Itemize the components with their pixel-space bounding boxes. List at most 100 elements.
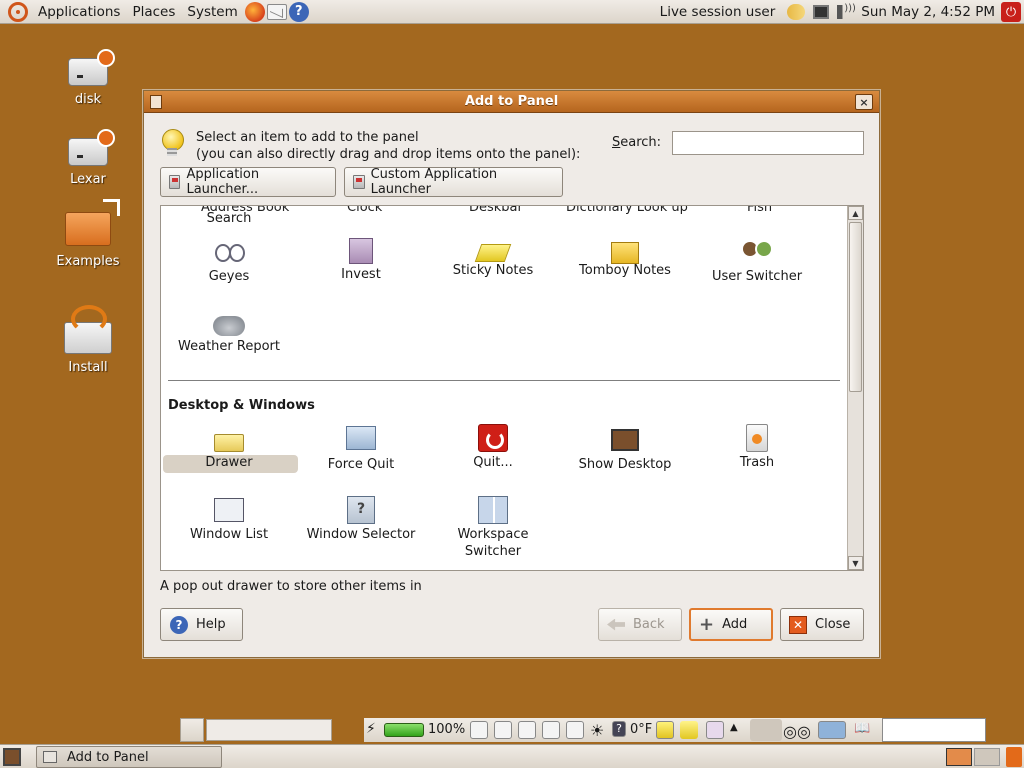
applet-list[interactable]: Address Book Clock Deskbar Dictionary Lo…: [160, 205, 864, 571]
taskbar-button-add-to-panel[interactable]: Add to Panel: [36, 746, 222, 768]
item-label: Drawer: [205, 455, 253, 470]
force-quit-icon: [346, 426, 376, 450]
close-icon[interactable]: ×: [855, 94, 873, 110]
item-drawer[interactable]: Drawer: [163, 426, 295, 471]
main-menu: Applications Places System: [32, 0, 244, 24]
drive-mount-icon[interactable]: [542, 721, 560, 739]
dialog-titlebar[interactable]: Add to Panel ×: [144, 91, 879, 113]
add-label: Add: [722, 617, 748, 632]
help-launcher-icon[interactable]: ?: [288, 1, 309, 22]
usb-badge-icon: [97, 49, 115, 67]
item-label: Weather Report: [178, 339, 280, 354]
dictionary-applet-icon[interactable]: 📖: [854, 721, 872, 739]
window-menu-icon[interactable]: [150, 95, 162, 109]
menu-applications[interactable]: Applications: [32, 0, 126, 24]
dialog-title: Add to Panel: [464, 94, 559, 109]
sticky-notes-applet-icon[interactable]: [680, 721, 698, 739]
applet-entry[interactable]: [206, 719, 332, 741]
item-geyes[interactable]: Geyes: [163, 238, 295, 285]
desktop-icon-disk[interactable]: disk: [48, 49, 128, 107]
item-label: Quit...: [473, 455, 513, 470]
item-tomboy-notes[interactable]: Tomboy Notes: [559, 238, 691, 279]
desktop-icon-label: disk: [74, 92, 102, 107]
item-workspace-switcher[interactable]: Workspace Switcher: [427, 496, 559, 560]
section-title: Desktop & Windows: [168, 398, 315, 413]
firefox-icon[interactable]: [244, 1, 265, 22]
invest-icon: [349, 238, 373, 264]
plus-icon: +: [699, 614, 715, 635]
folder-icon: [65, 212, 111, 246]
back-button[interactable]: Back: [598, 608, 682, 641]
top-panel: Applications Places System ? Live sessio…: [0, 0, 1024, 24]
item-window-list[interactable]: Window List: [163, 498, 295, 543]
sticky-notes-icon: [474, 244, 512, 262]
geyes-applet-icon[interactable]: ◎◎: [783, 722, 811, 741]
scroll-down-icon[interactable]: ▼: [848, 556, 863, 570]
item-weather-report[interactable]: Weather Report: [163, 310, 295, 355]
help-button[interactable]: ? Help: [160, 608, 243, 641]
drive-mount-icon[interactable]: [470, 721, 488, 739]
drive-mount-icon[interactable]: [566, 721, 584, 739]
desktop-icon-label: Lexar: [70, 172, 106, 187]
menu-arrow-icon[interactable]: ▲: [730, 722, 738, 733]
window-icon: [43, 751, 57, 763]
tomboy-notes-icon: [611, 242, 639, 264]
item-label: Sticky Notes: [452, 263, 534, 278]
item-trash[interactable]: Trash: [691, 424, 823, 471]
network-icon[interactable]: [813, 5, 830, 19]
close-button[interactable]: ✕ Close: [780, 608, 864, 641]
menu-system[interactable]: System: [181, 0, 243, 24]
install-icon: [64, 305, 112, 354]
application-launcher-label: Application Launcher...: [186, 167, 260, 197]
volume-icon[interactable]: [837, 3, 856, 19]
mail-icon[interactable]: [266, 3, 287, 20]
item-sticky-notes[interactable]: Sticky Notes: [427, 238, 559, 279]
item-label: Tomboy Notes: [579, 263, 671, 278]
show-desktop-button-icon[interactable]: [3, 748, 21, 766]
power-icon[interactable]: ⏻: [1001, 2, 1021, 22]
session-user[interactable]: Live session user: [660, 4, 776, 20]
temperature[interactable]: 0°F: [630, 722, 652, 737]
battery-percent: 100%: [428, 722, 466, 737]
user-switcher-icon: [741, 238, 773, 266]
drive-mount-icon[interactable]: [494, 721, 512, 739]
fish-applet-icon[interactable]: [818, 721, 846, 739]
item-label: Show Desktop: [578, 457, 672, 472]
ubuntu-logo-icon[interactable]: [8, 1, 28, 22]
trash-icon: [746, 424, 768, 452]
desktop-icon-examples[interactable]: Examples: [48, 212, 128, 269]
item-window-selector[interactable]: ? Window Selector: [295, 496, 427, 543]
window-selector-icon: ?: [347, 496, 375, 524]
drive-mount-icon[interactable]: [518, 721, 536, 739]
invest-applet-icon[interactable]: [706, 721, 724, 739]
battery-icon[interactable]: [384, 723, 424, 737]
workspace-2[interactable]: [974, 748, 1000, 766]
keyring-icon[interactable]: [787, 4, 806, 20]
add-button[interactable]: + Add: [689, 608, 773, 641]
scroll-thumb[interactable]: [849, 222, 862, 392]
item-show-desktop[interactable]: Show Desktop: [559, 426, 691, 473]
custom-launcher-button[interactable]: Custom Application Launcher: [344, 167, 563, 197]
partial-item-label: Fish: [747, 205, 773, 215]
item-user-switcher[interactable]: User Switcher: [691, 238, 823, 285]
partial-item-search[interactable]: Search: [163, 210, 295, 227]
tomboy-applet-icon[interactable]: [656, 721, 674, 739]
search-input[interactable]: [672, 131, 864, 155]
deskbar-input[interactable]: [882, 718, 986, 742]
notes-applet-icon[interactable]: [180, 718, 204, 742]
trash-applet-icon[interactable]: [1006, 747, 1022, 767]
item-invest[interactable]: Invest: [295, 238, 427, 283]
desktop-icon-install[interactable]: Install: [48, 305, 128, 375]
item-force-quit[interactable]: Force Quit: [295, 426, 427, 473]
hint-line-1: Select an item to add to the panel: [196, 130, 419, 145]
item-label: Trash: [739, 455, 775, 470]
workspace-1[interactable]: [946, 748, 972, 766]
menu-places[interactable]: Places: [126, 0, 181, 24]
scroll-up-icon[interactable]: ▲: [848, 206, 863, 220]
list-scrollbar[interactable]: ▲ ▼: [847, 206, 863, 570]
clock[interactable]: Sun May 2, 4:52 PM: [861, 4, 995, 20]
desktop-icon-lexar[interactable]: Lexar: [48, 129, 128, 187]
weather-unknown-icon: ?: [612, 721, 626, 737]
application-launcher-button[interactable]: Application Launcher...: [160, 167, 336, 197]
item-quit[interactable]: Quit...: [427, 424, 559, 471]
